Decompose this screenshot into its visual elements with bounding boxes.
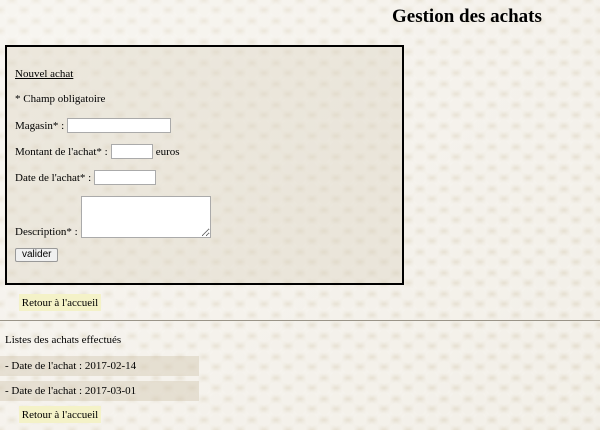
amount-input[interactable] (110, 144, 153, 159)
store-label: Magasin* : (15, 119, 65, 132)
page-title: Gestion des achats (392, 6, 542, 27)
divider (0, 320, 600, 321)
store-input[interactable] (67, 118, 172, 133)
date-input[interactable] (94, 170, 157, 185)
date-label: Date de l'achat* : (15, 171, 92, 184)
home-link-label: Retour à l'accueil (21, 408, 99, 421)
home-link-top[interactable]: Retour à l'accueil (19, 294, 101, 311)
purchase-item: - Date de l'achat : 2017-03-01 (0, 381, 199, 401)
new-purchase-form: Nouvel achat * Champ obligatoire Magasin… (5, 45, 404, 285)
purchases-heading: Listes des achats effectués (5, 334, 122, 346)
required-field-note: * Champ obligatoire (15, 93, 106, 105)
description-textarea[interactable] (80, 196, 211, 238)
home-link-bottom[interactable]: Retour à l'accueil (19, 406, 101, 423)
amount-label: Montant de l'achat* : (15, 145, 108, 158)
submit-button[interactable]: valider (15, 248, 59, 262)
amount-unit: euros (155, 145, 180, 158)
home-link-label: Retour à l'accueil (21, 296, 99, 309)
purchase-item-text: - Date de l'achat : 2017-02-14 (5, 360, 137, 372)
description-label: Description* : (15, 226, 78, 238)
purchase-item-text: - Date de l'achat : 2017-03-01 (5, 385, 137, 397)
new-purchase-link[interactable]: Nouvel achat (15, 68, 73, 80)
purchase-item: - Date de l'achat : 2017-02-14 (0, 356, 199, 376)
